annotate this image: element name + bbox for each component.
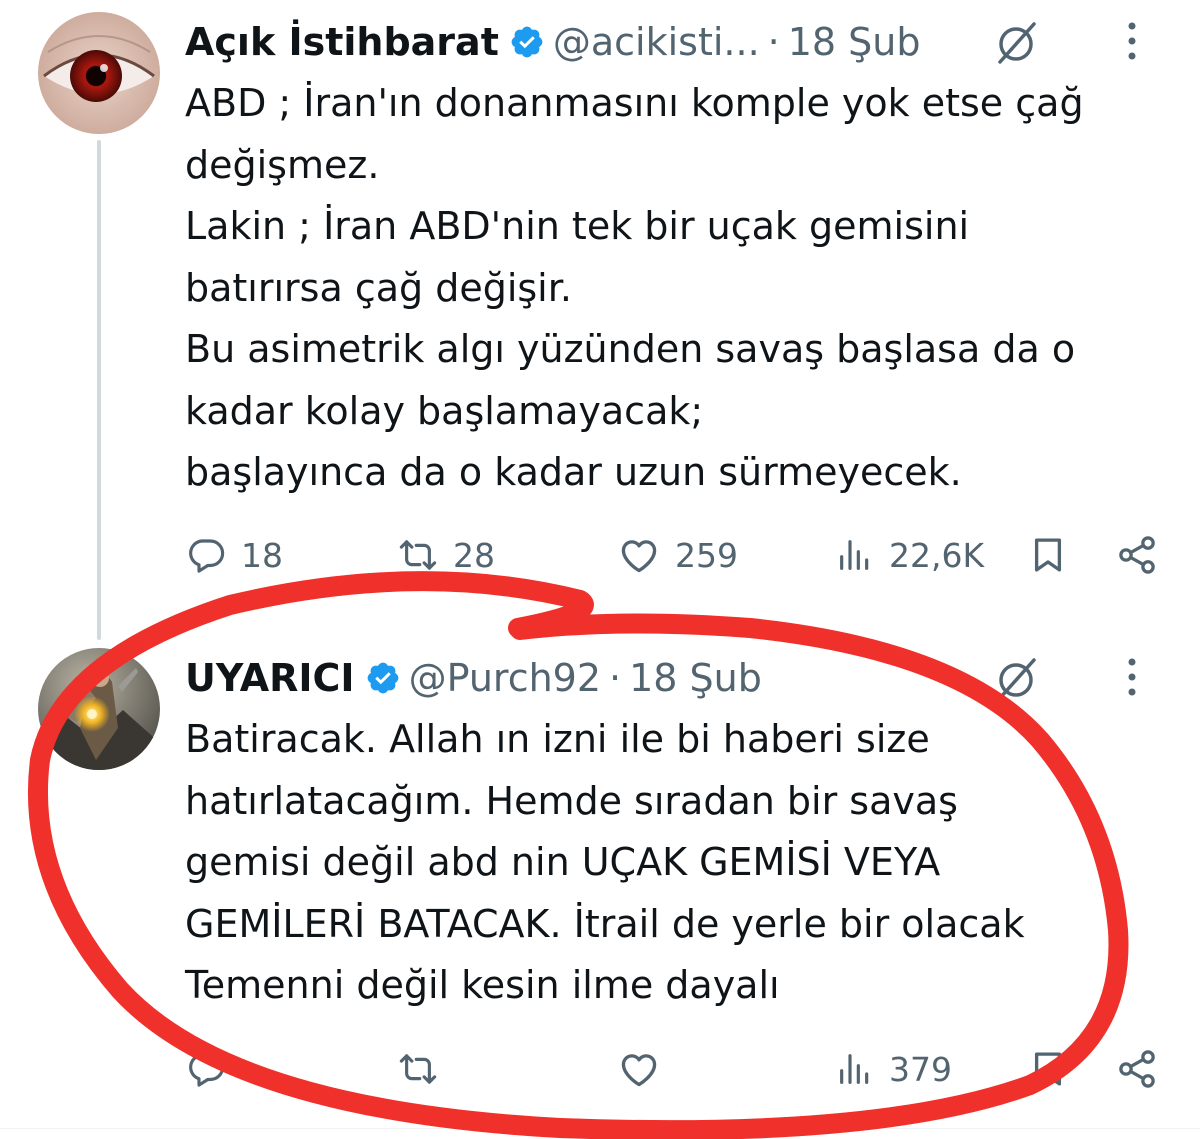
warrior-avatar-image xyxy=(38,648,160,770)
tweet-text-line: hatırlatacağım. Hemde sıradan bir savaş xyxy=(185,778,958,823)
grok-icon[interactable] xyxy=(992,18,1042,77)
views-icon xyxy=(835,535,875,575)
tweet-actions: 18 28 259 22,6K xyxy=(185,527,1160,583)
tweet-acik-istihbarat[interactable]: Açık İstihbarat @acikisti... · 18 Şub AB… xyxy=(0,0,1200,640)
tweet-text-line: gemisi değil abd nin UÇAK GEMİSİ VEYA xyxy=(185,840,941,884)
tweet-text-line: Bu asimetrik algı yüzünden savaş başlasa… xyxy=(185,327,1076,371)
like-button[interactable]: 259 xyxy=(617,527,738,583)
eye-avatar-image xyxy=(38,12,160,134)
tweet-actions: 379 xyxy=(185,1041,1160,1097)
views-count: 379 xyxy=(889,1049,952,1089)
tweet-text-line: Batiracak. Allah ın izni ile bi haberi s… xyxy=(185,717,930,761)
views-button[interactable]: 22,6K xyxy=(835,527,984,583)
tweet-text: Batiracak. Allah ın izni ile bi haberi s… xyxy=(185,709,1175,1017)
verified-badge-icon xyxy=(365,660,401,696)
reply-icon xyxy=(185,534,227,576)
tweet-text-line: başlayınca da o kadar uzun sürmeyecek. xyxy=(185,450,962,494)
like-icon xyxy=(617,533,661,577)
more-icon[interactable] xyxy=(1126,656,1138,707)
avatar[interactable] xyxy=(38,12,160,134)
repost-icon xyxy=(397,1048,439,1090)
views-icon xyxy=(835,1049,875,1089)
like-count: 259 xyxy=(675,535,738,575)
display-name[interactable]: Açık İstihbarat xyxy=(185,20,499,64)
tweet-uyarici[interactable]: UYARICI @Purch92 · 18 Şub Batiracak. All… xyxy=(0,610,1200,1110)
tweet-header: UYARICI @Purch92 · 18 Şub xyxy=(185,648,1160,708)
reply-count: 18 xyxy=(241,535,283,575)
user-handle[interactable]: @acikisti... xyxy=(553,20,760,64)
display-name[interactable]: UYARICI xyxy=(185,656,355,700)
tweet-date[interactable]: 18 Şub xyxy=(629,656,762,700)
tweet-text-line: GEMİLERİ BATACAK. İtrail de yerle bir ol… xyxy=(185,901,1025,946)
more-icon[interactable] xyxy=(1126,20,1138,71)
reply-button[interactable]: 18 xyxy=(185,527,283,583)
tweet-text-line: ABD ; İran'ın donanmasını komple yok ets… xyxy=(185,81,1084,125)
bookmark-icon xyxy=(1027,1048,1069,1090)
tweet-date[interactable]: 18 Şub xyxy=(788,20,921,64)
grok-icon[interactable] xyxy=(992,654,1042,713)
tweet-header: Açık İstihbarat @acikisti... · 18 Şub xyxy=(185,12,1160,72)
tweet-text-line: Temenni değil kesin ilme dayalı xyxy=(185,963,780,1007)
avatar[interactable] xyxy=(38,648,160,770)
reply-button[interactable] xyxy=(185,1041,227,1097)
tweet-text: ABD ; İran'ın donanmasını komple yok ets… xyxy=(185,73,1175,504)
user-handle[interactable]: @Purch92 xyxy=(409,656,601,700)
bookmark-button[interactable] xyxy=(1027,527,1069,583)
separator-dot: · xyxy=(767,20,780,64)
share-button[interactable] xyxy=(1115,527,1159,583)
tweet-text-line: Lakin ; İran ABD'nin tek bir uçak gemisi… xyxy=(185,204,970,248)
separator-dot: · xyxy=(609,656,622,700)
repost-button[interactable]: 28 xyxy=(397,527,495,583)
tweet-text-line: kadar kolay başlamayacak; xyxy=(185,388,704,433)
views-button[interactable]: 379 xyxy=(835,1041,952,1097)
bottom-divider xyxy=(0,1128,1200,1129)
repost-button[interactable] xyxy=(397,1041,439,1097)
views-count: 22,6K xyxy=(889,535,985,575)
thread-connector-line xyxy=(97,140,101,640)
bookmark-icon xyxy=(1027,534,1069,576)
tweet-text-line: batırırsa çağ değişir. xyxy=(185,265,572,310)
share-icon xyxy=(1115,533,1159,577)
reply-icon xyxy=(185,1048,227,1090)
tweet-text-line: değişmez. xyxy=(185,142,380,187)
like-button[interactable] xyxy=(617,1041,661,1097)
bookmark-button[interactable] xyxy=(1027,1041,1069,1097)
repost-count: 28 xyxy=(453,535,495,575)
share-icon xyxy=(1115,1047,1159,1091)
repost-icon xyxy=(397,534,439,576)
verified-badge-icon xyxy=(509,24,545,60)
like-icon xyxy=(617,1047,661,1091)
share-button[interactable] xyxy=(1115,1041,1159,1097)
